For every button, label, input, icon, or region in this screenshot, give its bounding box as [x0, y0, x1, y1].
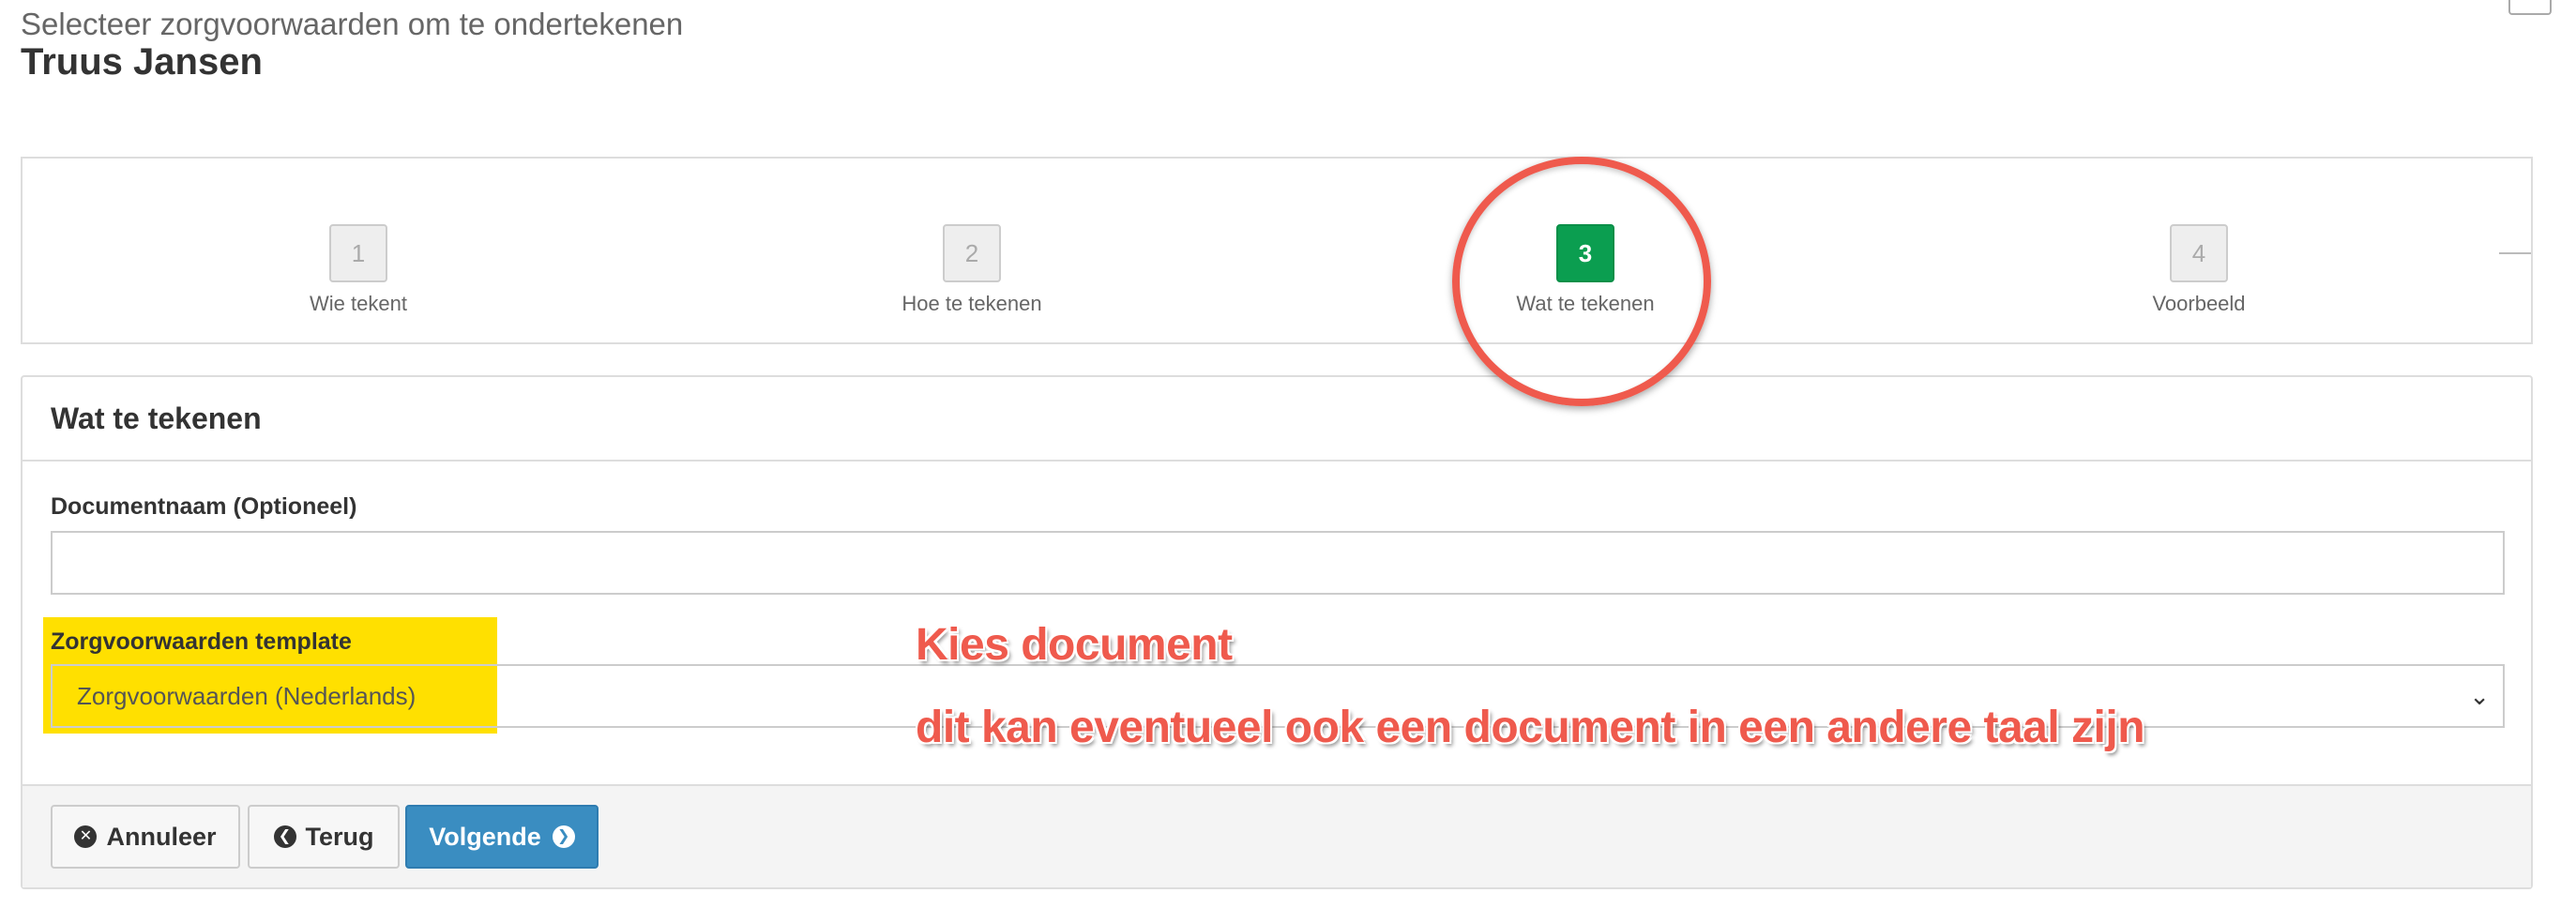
step-number: 3: [1556, 224, 1614, 282]
back-button[interactable]: ❮ Terug: [248, 805, 400, 869]
page-title: Truus Jansen: [21, 41, 263, 83]
document-name-input[interactable]: [51, 531, 2505, 595]
times-circle-icon: ✕: [74, 825, 98, 848]
step-wat-te-tekenen[interactable]: 3 Wat te tekenen: [1398, 224, 1773, 316]
step-voorbeeld[interactable]: 4 Voorbeeld: [2011, 224, 2387, 316]
template-label: Zorgvoorwaarden template: [51, 628, 352, 655]
document-name-label: Documentnaam (Optioneel): [51, 493, 357, 520]
template-selected-value: Zorgvoorwaarden (Nederlands): [77, 682, 417, 710]
step-number: 4: [2170, 224, 2228, 282]
step-wie-tekent[interactable]: 1 Wie tekent: [171, 224, 546, 316]
back-label: Terug: [305, 823, 374, 851]
page-subtitle: Selecteer zorgvoorwaarden om te ondertek…: [21, 7, 684, 41]
annotation-line-1: Kies document: [916, 620, 1233, 670]
form-heading: Wat te tekenen: [23, 377, 2531, 462]
step-label: Wie tekent: [310, 292, 407, 315]
divider: [2499, 252, 2531, 254]
arrow-circle-left-icon: ❮: [273, 825, 296, 848]
step-label: Wat te tekenen: [1516, 292, 1655, 315]
step-label: Hoe te tekenen: [902, 292, 1042, 315]
cancel-button[interactable]: ✕ Annuleer: [51, 805, 240, 869]
cancel-label: Annuleer: [106, 823, 217, 851]
annotation-line-2: dit kan eventueel ook een document in ee…: [916, 703, 2145, 752]
step-label: Voorbeeld: [2152, 292, 2246, 315]
form-footer: ✕ Annuleer ❮ Terug Volgende ❯: [23, 784, 2531, 887]
step-number: 2: [943, 224, 1001, 282]
window-corner-icon[interactable]: [2508, 0, 2552, 15]
form-panel: Wat te tekenen Documentnaam (Optioneel) …: [21, 375, 2533, 889]
chevron-down-icon: ⌄: [2469, 682, 2490, 710]
next-button[interactable]: Volgende ❯: [405, 805, 599, 869]
step-number: 1: [329, 224, 387, 282]
wizard-steps: 1 Wie tekent 2 Hoe te tekenen 3 Wat te t…: [21, 157, 2533, 344]
arrow-circle-right-icon: ❯: [552, 825, 575, 848]
step-hoe-te-tekenen[interactable]: 2 Hoe te tekenen: [784, 224, 1159, 316]
next-label: Volgende: [429, 823, 541, 851]
